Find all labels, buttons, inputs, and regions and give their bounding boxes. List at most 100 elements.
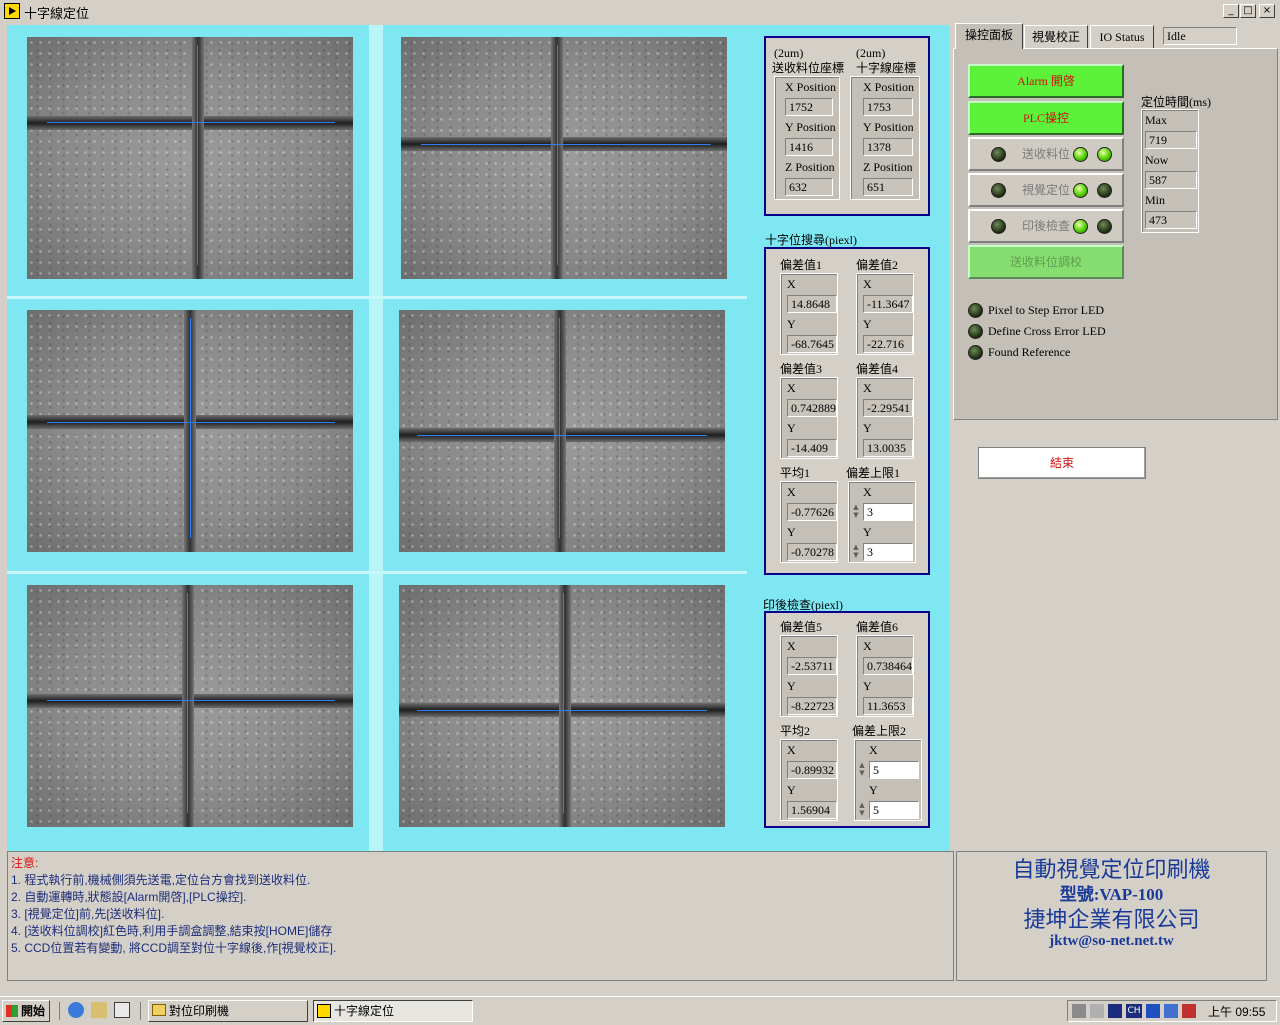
tray-icon-3[interactable]: [1146, 1004, 1160, 1018]
alarm-toggle-button[interactable]: Alarm 開啓: [968, 64, 1124, 98]
limit-1-x-input[interactable]: 3: [863, 503, 913, 521]
average-2-group: X -0.89932 Y 1.56904: [780, 739, 838, 821]
average-1-y: -0.70278: [787, 543, 837, 561]
deviation-6-y: 11.3653: [863, 697, 913, 715]
limit-1-label: 偏差上限1: [846, 466, 901, 480]
tray-icon-5[interactable]: [1182, 1004, 1196, 1018]
feed-x-value: 1752: [785, 98, 833, 116]
average-1-group: X -0.77626 Y -0.70278: [780, 481, 838, 563]
taskbar-task-crosshair[interactable]: 十字線定位: [313, 1000, 473, 1022]
internet-explorer-icon[interactable]: [68, 1002, 84, 1018]
cross-y-value: 1378: [863, 138, 913, 156]
post-check-led-left: [991, 219, 1006, 234]
camera-view-6: [399, 585, 725, 827]
windows-logo-icon: [6, 1005, 18, 1017]
minimize-button[interactable]: _: [1223, 4, 1239, 18]
show-desktop-icon[interactable]: [114, 1002, 130, 1018]
cross-search-panel: 偏差值1 X 14.8648 Y -68.7645 偏差值2 X -11.364…: [764, 247, 930, 575]
deviation-4-x: -2.29541: [863, 399, 913, 417]
y-label: Y: [863, 679, 872, 693]
note-4: 4. [送收料位調校]紅色時,利用手調盒調整,結束按[HOME]儲存: [11, 924, 333, 938]
tab-io-status[interactable]: IO Status: [1090, 25, 1154, 48]
tray-icon-4[interactable]: [1164, 1004, 1178, 1018]
start-label: 開始: [21, 1004, 46, 1018]
limit-2-y-spinner[interactable]: ▲ ▼: [857, 801, 867, 819]
deviation-5-y: -8.22723: [787, 697, 837, 715]
deviation-6-x: 0.738464: [863, 657, 913, 675]
network-icon[interactable]: [1072, 1004, 1086, 1018]
tab-control-panel[interactable]: 操控面板: [955, 23, 1023, 49]
system-tray: CH 上午 09:55: [1067, 1000, 1277, 1022]
post-check-led-right: [1097, 219, 1112, 234]
timing-now-label: Now: [1145, 153, 1169, 167]
limit-2-y-input[interactable]: 5: [869, 801, 919, 819]
limit-1-x-spinner[interactable]: ▲ ▼: [851, 503, 861, 521]
volume-icon[interactable]: [1090, 1004, 1104, 1018]
title-bar: 十字線定位 _ □ ×: [0, 0, 1280, 22]
camera-view-4: [399, 310, 725, 552]
x-label: X: [869, 743, 878, 757]
x-label: X: [863, 639, 872, 653]
cross-search-title: 十字位搜尋(piexl): [765, 233, 857, 247]
x-label: X: [863, 381, 872, 395]
taskbar-task-printer[interactable]: 對位印刷機: [148, 1000, 308, 1022]
y-label: Y: [787, 421, 796, 435]
outlook-icon[interactable]: [91, 1002, 107, 1018]
x-label: X: [863, 485, 872, 499]
coords-panel: (2um) 送收料位座標 (2um) 十字線座標 X Position 1752…: [764, 36, 930, 216]
plc-control-button[interactable]: PLC操控: [968, 101, 1124, 135]
timing-max-value: 719: [1145, 131, 1197, 149]
deviation-2-x: -11.3647: [863, 295, 913, 313]
y-label: Y: [787, 679, 796, 693]
average-2-y: 1.56904: [787, 801, 837, 819]
feed-position-led-mid: [1073, 147, 1088, 162]
notes-heading: 注意:: [11, 856, 39, 870]
timing-min-label: Min: [1145, 193, 1166, 207]
feed-y-value: 1416: [785, 138, 833, 156]
deviation-1-x: 14.8648: [787, 295, 837, 313]
input-method-icon[interactable]: CH: [1126, 1004, 1142, 1018]
cross-x-label: X Position: [863, 80, 915, 94]
close-button[interactable]: ×: [1259, 4, 1275, 18]
limit-2-x-spinner[interactable]: ▲ ▼: [857, 761, 867, 779]
timing-now-value: 587: [1145, 171, 1197, 189]
deviation-4-group: X -2.29541 Y 13.0035: [856, 377, 914, 459]
y-label: Y: [863, 421, 872, 435]
post-check-label: 印後檢查: [1021, 219, 1070, 233]
feed-calibration-button[interactable]: 送收料位調校: [968, 245, 1124, 279]
feed-x-label: X Position: [785, 80, 837, 94]
tray-app-icon[interactable]: [1108, 1004, 1122, 1018]
folder-icon: [152, 1004, 166, 1016]
limit-1-y-input[interactable]: 3: [863, 543, 913, 561]
x-label: X: [787, 277, 796, 291]
average-1-label: 平均1: [780, 466, 811, 480]
limit-2-x-input[interactable]: 5: [869, 761, 919, 779]
deviation-3-x: 0.742889: [787, 399, 837, 417]
deviation-5-label: 偏差值5: [780, 620, 823, 634]
limit-1-y-spinner[interactable]: ▲ ▼: [851, 543, 861, 561]
feed-position-led-left: [991, 147, 1006, 162]
deviation-1-label: 偏差值1: [780, 258, 823, 272]
feed-y-label: Y Position: [785, 120, 836, 134]
y-label: Y: [869, 783, 878, 797]
y-label: Y: [787, 317, 796, 331]
x-label: X: [787, 743, 796, 757]
deviation-3-label: 偏差值3: [780, 362, 823, 376]
end-button[interactable]: 結束: [978, 447, 1146, 479]
feed-coords-group: X Position 1752 Y Position 1416 Z Positi…: [774, 76, 840, 200]
deviation-2-y: -22.716: [863, 335, 913, 353]
labview-app-icon: [4, 3, 20, 19]
company-email: jktw@so-net.net.tw: [1049, 933, 1174, 949]
maximize-button[interactable]: □: [1240, 4, 1256, 18]
taskbar: 開始 對位印刷機 十字線定位 CH 上午 09:55: [0, 996, 1280, 1025]
deviation-4-y: 13.0035: [863, 439, 913, 457]
deviation-5-group: X -2.53711 Y -8.22723: [780, 635, 838, 717]
company-name: 捷坤企業有限公司: [1023, 907, 1200, 932]
deviation-3-y: -14.409: [787, 439, 837, 457]
labview-task-icon: [317, 1004, 331, 1018]
start-button[interactable]: 開始: [2, 1000, 50, 1022]
tab-vision-calibration[interactable]: 視覺校正: [1024, 25, 1088, 48]
timing-max-label: Max: [1145, 113, 1167, 127]
vision-position-label: 視覺定位: [1021, 183, 1070, 197]
camera-view-area: [7, 25, 747, 851]
